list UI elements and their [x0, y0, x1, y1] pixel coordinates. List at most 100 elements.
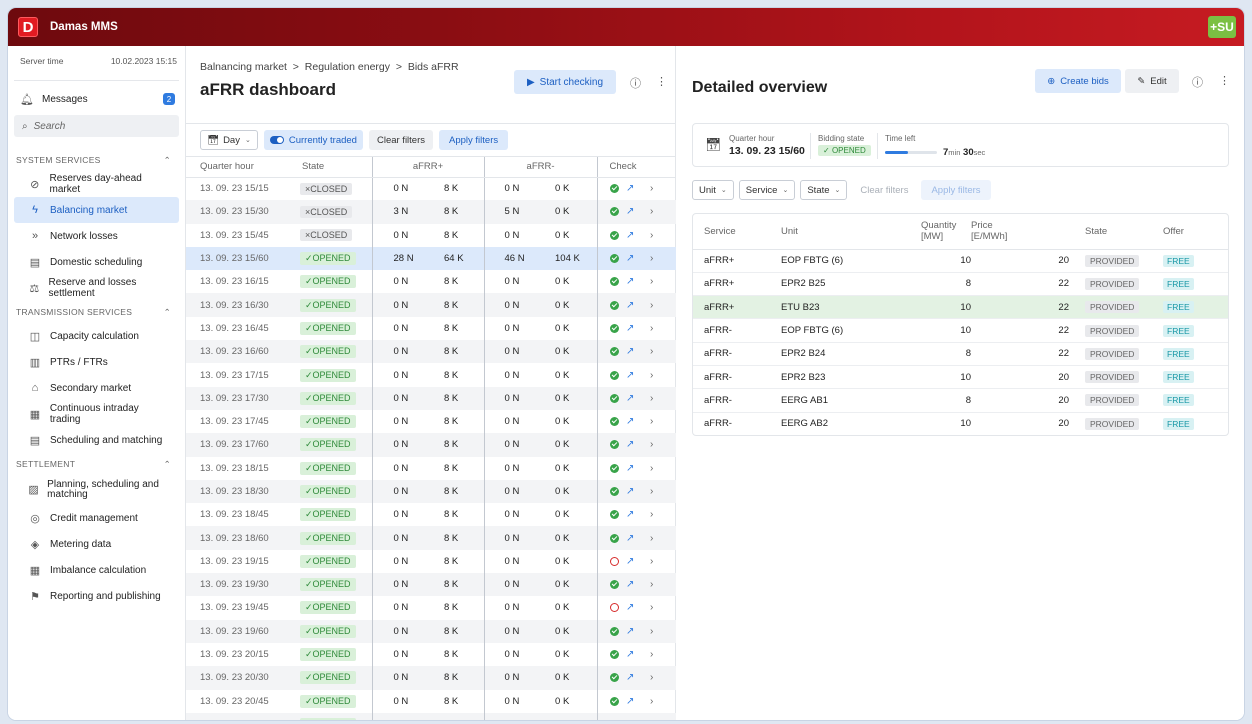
table-row[interactable]: 13. 09. 23 17/15 ✓OPENED 0 N 8 K 0 N 0 K ↗ › — [186, 363, 676, 387]
clear-filters-button[interactable]: Clear filters — [368, 130, 434, 150]
open-external-icon[interactable]: ↗ — [626, 696, 634, 707]
table-row[interactable]: 13. 09. 23 19/60 ✓OPENED 0 N8 K0 N0 K ↗ › — [186, 619, 677, 643]
open-external-icon[interactable]: ↗ — [626, 463, 634, 474]
table-row[interactable]: 13. 09. 23 19/45 ✓OPENED 0 N 8 K 0 N 0 K ↗ › — [186, 596, 676, 620]
sidebar-section-header[interactable]: SETTLEMENT ⌃ — [8, 453, 185, 475]
create-bids-button[interactable]: ⊕ Create bids — [1035, 69, 1121, 93]
col-quantity[interactable]: Quantity [MW] — [921, 214, 971, 250]
service-select[interactable]: Service ⌄ — [738, 180, 796, 200]
open-external-icon[interactable]: ↗ — [626, 346, 634, 357]
state-select[interactable]: State ⌄ — [800, 180, 848, 200]
chevron-right-icon[interactable]: › — [650, 649, 653, 660]
table-row[interactable]: 13. 09. 23 18/30 ✓OPENED 0 N8 K0 N0 K ↗ › — [186, 479, 677, 504]
info-icon[interactable]: ⓘ — [630, 75, 641, 91]
sidebar-item[interactable]: ⊘ Reserves day-ahead market — [14, 171, 179, 197]
table-row[interactable]: aFRR- EOP FBTG (6) 10 22 PROVIDED FREE — [693, 318, 1228, 343]
sidebar-item[interactable]: ▦ Imbalance calculation — [14, 557, 179, 583]
chevron-right-icon[interactable]: › — [650, 323, 653, 334]
table-row[interactable]: aFRR+ EPR2 B25 8 22 PROVIDED FREE — [693, 272, 1228, 297]
table-row[interactable]: aFRR+ EOP FBTG (6) 10 20 PROVIDED FREE — [693, 249, 1228, 273]
more-vert-icon[interactable]: ⋮ — [656, 75, 667, 88]
table-row[interactable]: 13. 09. 23 15/45 ×CLOSED 0 N 8 K 0 N 0 K ↗ › — [186, 223, 676, 247]
table-row[interactable]: 13. 09. 23 16/60 ✓OPENED 0 N8 K0 N0 K ↗ › — [186, 340, 677, 364]
col-service[interactable]: Service — [693, 214, 781, 250]
table-row[interactable]: 13. 09. 23 18/15 ✓OPENED 0 N 8 K 0 N 0 K ↗ › — [186, 456, 676, 480]
open-external-icon[interactable]: ↗ — [626, 509, 634, 520]
table-row[interactable]: aFRR- EERG AB2 10 20 PROVIDED FREE — [693, 412, 1228, 435]
table-row[interactable]: aFRR- EERG AB1 8 20 PROVIDED FREE — [693, 388, 1228, 413]
open-external-icon[interactable]: ↗ — [626, 300, 634, 311]
currently-traded-toggle[interactable]: Currently traded — [263, 130, 363, 150]
user-badge-button[interactable]: +SU — [1208, 16, 1236, 38]
chevron-right-icon[interactable]: › — [650, 346, 653, 357]
open-external-icon[interactable]: ↗ — [626, 323, 634, 334]
search-input[interactable]: ⌕ Search — [14, 115, 179, 137]
sidebar-item[interactable]: ▨ Planning, scheduling and matching — [14, 475, 179, 505]
sidebar-item[interactable]: ◎ Credit management — [14, 505, 179, 531]
table-row[interactable]: 13. 09. 23 16/30 ✓OPENED 0 N8 K0 N0 K ↗ › — [186, 293, 677, 317]
chevron-right-icon[interactable]: › — [650, 230, 653, 241]
col-price[interactable]: Price [E/MWh] — [971, 214, 1069, 250]
chevron-right-icon[interactable]: › — [650, 672, 653, 683]
table-row[interactable]: 13. 09. 23 17/45 ✓OPENED 0 N 8 K 0 N 0 K ↗ › — [186, 409, 676, 434]
open-external-icon[interactable]: ↗ — [626, 486, 634, 497]
apply-filters-button[interactable]: Apply filters — [439, 130, 509, 150]
sidebar-section-header[interactable]: TRANSMISSION SERVICES ⌃ — [8, 301, 185, 323]
col-quarter-hour[interactable]: Quarter hour — [186, 157, 288, 178]
sidebar-item[interactable]: ▥ PTRs / FTRs — [14, 349, 179, 375]
open-external-icon[interactable]: ↗ — [626, 183, 634, 194]
table-row[interactable]: 13. 09. 23 20/15 ✓OPENED 0 N 8 K 0 N 0 K ↗ › — [186, 642, 676, 667]
sidebar-item[interactable]: ⚑ Reporting and publishing — [14, 583, 179, 609]
sidebar-item[interactable]: ◫ Capacity calculation — [14, 323, 179, 349]
chevron-right-icon[interactable]: › — [650, 579, 653, 590]
table-row[interactable]: aFRR- EPR2 B23 10 20 PROVIDED FREE — [693, 365, 1228, 390]
chevron-right-icon[interactable]: › — [650, 393, 653, 404]
open-external-icon[interactable]: ↗ — [626, 439, 634, 450]
open-external-icon[interactable]: ↗ — [626, 230, 634, 241]
table-row[interactable]: 13. 09. 23 17/30 ✓OPENED 0 N8 K0 N0 K ↗ › — [186, 386, 677, 410]
sidebar-item[interactable]: ▦ Continuous intraday trading — [14, 401, 179, 427]
table-row[interactable]: 13. 09. 23 15/30 ×CLOSED 3 N8 K5 N0 K ↗ › — [186, 200, 677, 224]
col-unit[interactable]: Unit — [781, 214, 921, 250]
sidebar-item[interactable]: ϟ Balancing market — [14, 197, 179, 223]
chevron-right-icon[interactable]: › — [650, 183, 653, 194]
table-row[interactable]: 13. 09. 23 16/15 ✓OPENED 0 N 8 K 0 N 0 K ↗ › — [186, 270, 676, 294]
table-row[interactable]: 13. 09. 23 19/30 ✓OPENED 0 N8 K0 N0 K ↗ › — [186, 573, 677, 597]
table-row[interactable]: 13. 09. 23 17/60 ✓OPENED 0 N8 K0 N0 K ↗ › — [186, 433, 677, 457]
table-row[interactable]: 13. 09. 23 20/60✓OPENED0 N8 K0 N0 K↗› — [186, 712, 677, 720]
sidebar-item[interactable]: ⚖ Reserve and losses settlement — [14, 275, 179, 301]
chevron-right-icon[interactable]: › — [650, 719, 653, 720]
clear-filters-button[interactable]: Clear filters — [852, 180, 916, 200]
more-vert-icon[interactable]: ⋮ — [1219, 74, 1230, 87]
open-external-icon[interactable]: ↗ — [626, 556, 634, 567]
open-external-icon[interactable]: ↗ — [626, 370, 634, 381]
edit-button[interactable]: ✎ Edit — [1125, 69, 1179, 93]
open-external-icon[interactable]: ↗ — [626, 533, 634, 544]
start-checking-button[interactable]: ▶︎ Start checking — [514, 70, 616, 94]
table-row[interactable]: 13. 09. 23 19/15 ✓OPENED 0 N 8 K 0 N 0 K ↗ › — [186, 549, 676, 574]
app-logo[interactable]: D — [18, 17, 38, 37]
period-select[interactable]: 📅︎ Day ⌄ — [200, 130, 258, 150]
chevron-right-icon[interactable]: › — [650, 509, 653, 520]
breadcrumb-item[interactable]: Regulation energy — [305, 61, 390, 73]
chevron-right-icon[interactable]: › — [650, 463, 653, 474]
unit-select[interactable]: Unit ⌄ — [692, 180, 734, 200]
table-row[interactable]: 13. 09. 23 18/45 ✓OPENED 0 N 8 K 0 N 0 K ↗ › — [186, 503, 676, 527]
chevron-right-icon[interactable]: › — [650, 602, 653, 613]
table-row[interactable]: aFRR- EPR2 B24 8 22 PROVIDED FREE — [693, 342, 1228, 366]
open-external-icon[interactable]: ↗ — [626, 672, 634, 683]
open-external-icon[interactable]: ↗ — [626, 253, 634, 264]
table-row[interactable]: 13. 09. 23 15/60 ✓OPENED 28 N 64 K 46 N 104 K… — [186, 246, 677, 271]
open-external-icon[interactable]: ↗ — [626, 579, 634, 590]
sidebar-item[interactable]: ⌂ Secondary market — [14, 375, 179, 401]
sidebar-item[interactable]: ▤ Scheduling and matching — [14, 427, 179, 453]
col-state[interactable]: State — [288, 157, 372, 178]
col-state[interactable]: State — [1069, 214, 1149, 250]
open-external-icon[interactable]: ↗ — [626, 649, 634, 660]
open-external-icon[interactable]: ↗ — [626, 276, 634, 287]
chevron-right-icon[interactable]: › — [650, 556, 653, 567]
table-row[interactable]: 13. 09. 23 18/60 ✓OPENED 0 N8 K0 N0 K ↗ › — [186, 526, 677, 550]
open-external-icon[interactable]: ↗ — [626, 393, 634, 404]
messages-item[interactable]: 🔔︎ Messages 2 — [8, 87, 185, 111]
table-row[interactable]: aFRR+ ETU B23 10 22 PROVIDED FREE — [693, 295, 1228, 320]
